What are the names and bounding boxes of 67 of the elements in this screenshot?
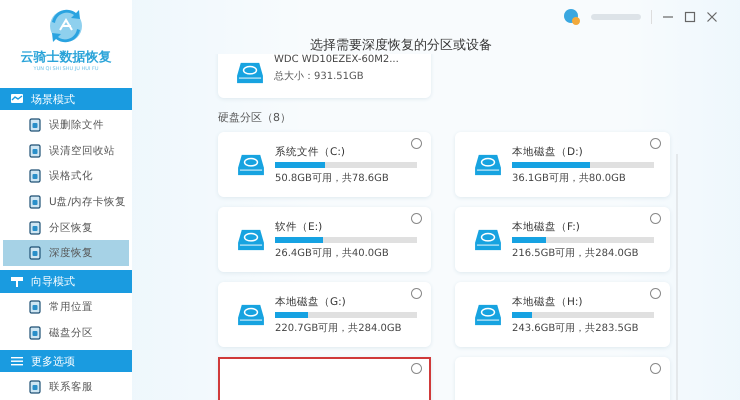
section-heading: 硬盘分区（8）: [218, 110, 292, 125]
sidebar-item[interactable]: 分区恢复: [3, 214, 129, 240]
sidebar-item[interactable]: 误格式化: [3, 164, 129, 190]
file-icon: [29, 220, 41, 235]
partition-card[interactable]: 本地磁盘（D:) 36.1GB可用，共80.0GB: [455, 132, 670, 197]
partition-card[interactable]: 本地磁盘（G:) 220.7GB可用，共284.0GB: [218, 282, 431, 347]
radio-button[interactable]: [411, 138, 422, 149]
user-avatar-icon: [563, 8, 581, 26]
file-icon: [29, 300, 41, 314]
sidebar-item[interactable]: U盘/内存卡恢复: [3, 189, 129, 215]
file-icon: [29, 246, 41, 260]
hard-drive-icon: [237, 302, 265, 326]
sidebar-item[interactable]: 误清空回收站: [3, 138, 129, 164]
partition-name: 本地磁盘（D:): [512, 144, 584, 158]
file-icon: [29, 380, 41, 394]
radio-button[interactable]: [650, 363, 661, 374]
partition-card[interactable]: 软件（E:) 26.4GB可用，共40.0GB: [218, 207, 431, 272]
blurred-username: [591, 14, 641, 20]
disk-name: WDC WD10EZEX-60M2...: [274, 54, 399, 64]
radio-button[interactable]: [411, 363, 422, 374]
partition-name: 本地磁盘（H:): [512, 294, 584, 308]
partition-usage: 216.5GB可用，共284.0GB: [512, 246, 640, 260]
radio-button[interactable]: [411, 288, 422, 299]
hard-drive-icon: [474, 302, 502, 326]
page-title: 选择需要深度恢复的分区或设备: [309, 37, 493, 54]
maximize-icon[interactable]: [684, 11, 696, 23]
radio-button[interactable]: [650, 213, 661, 224]
partition-card[interactable]: 本地磁盘（H:) 243.6GB可用，共283.5GB: [455, 282, 670, 347]
partition-usage: 220.7GB可用，共284.0GB: [275, 322, 402, 334]
disk-card[interactable]: WDC WD10EZEX-60M2... 总大小：931.51GB: [218, 54, 431, 98]
partition-usage: 243.6GB可用，共283.5GB: [512, 322, 640, 334]
radio-button[interactable]: [650, 288, 661, 299]
sidebar-item[interactable]: 常用位置: [3, 294, 129, 320]
disk-size: 总大小：931.51GB: [274, 70, 365, 82]
section-icon: [10, 275, 24, 288]
file-icon: [29, 144, 41, 158]
section-title: 场景模式: [31, 92, 75, 107]
section-icon: [10, 93, 24, 106]
partition-name: 本地磁盘（G:): [275, 294, 347, 308]
partition-usage: 26.4GB可用，共40.0GB: [275, 246, 390, 260]
hard-drive-icon: [474, 228, 502, 252]
file-icon: [29, 118, 41, 132]
hard-drive-icon: [237, 152, 265, 176]
sidebar-item[interactable]: 误删除文件: [3, 112, 129, 138]
partition-name: 本地磁盘（F:): [512, 220, 581, 234]
sidebar-item[interactable]: 深度恢复: [3, 240, 129, 266]
file-icon: [29, 169, 41, 184]
partition-card[interactable]: 本地磁盘（F:) 216.5GB可用，共284.0GB: [455, 207, 670, 272]
partition-name: 软件（E:): [275, 220, 324, 234]
partition-card[interactable]: 系统文件（C:) 50.8GB可用，共78.6GB: [218, 132, 431, 197]
section-icon: [10, 355, 24, 368]
hard-drive-icon: [237, 228, 265, 252]
section-title: 更多选项: [31, 354, 75, 369]
file-icon: [29, 326, 41, 340]
section-title: 向导模式: [31, 274, 75, 289]
sidebar-item[interactable]: 联系客服: [3, 374, 129, 400]
close-icon[interactable]: [706, 11, 718, 23]
partition-usage: 36.1GB可用，共80.0GB: [512, 172, 627, 184]
hard-drive-icon: [236, 61, 264, 85]
hard-drive-icon: [474, 152, 502, 176]
radio-button[interactable]: [411, 213, 422, 224]
partition-usage: 50.8GB可用，共78.6GB: [275, 172, 390, 184]
sidebar-item[interactable]: 磁盘分区: [3, 320, 129, 346]
radio-button[interactable]: [650, 138, 661, 149]
file-icon: [29, 194, 41, 209]
app-name: 云骑士数据恢复: [20, 49, 112, 66]
partition-name: 系统文件（C:): [275, 144, 346, 158]
